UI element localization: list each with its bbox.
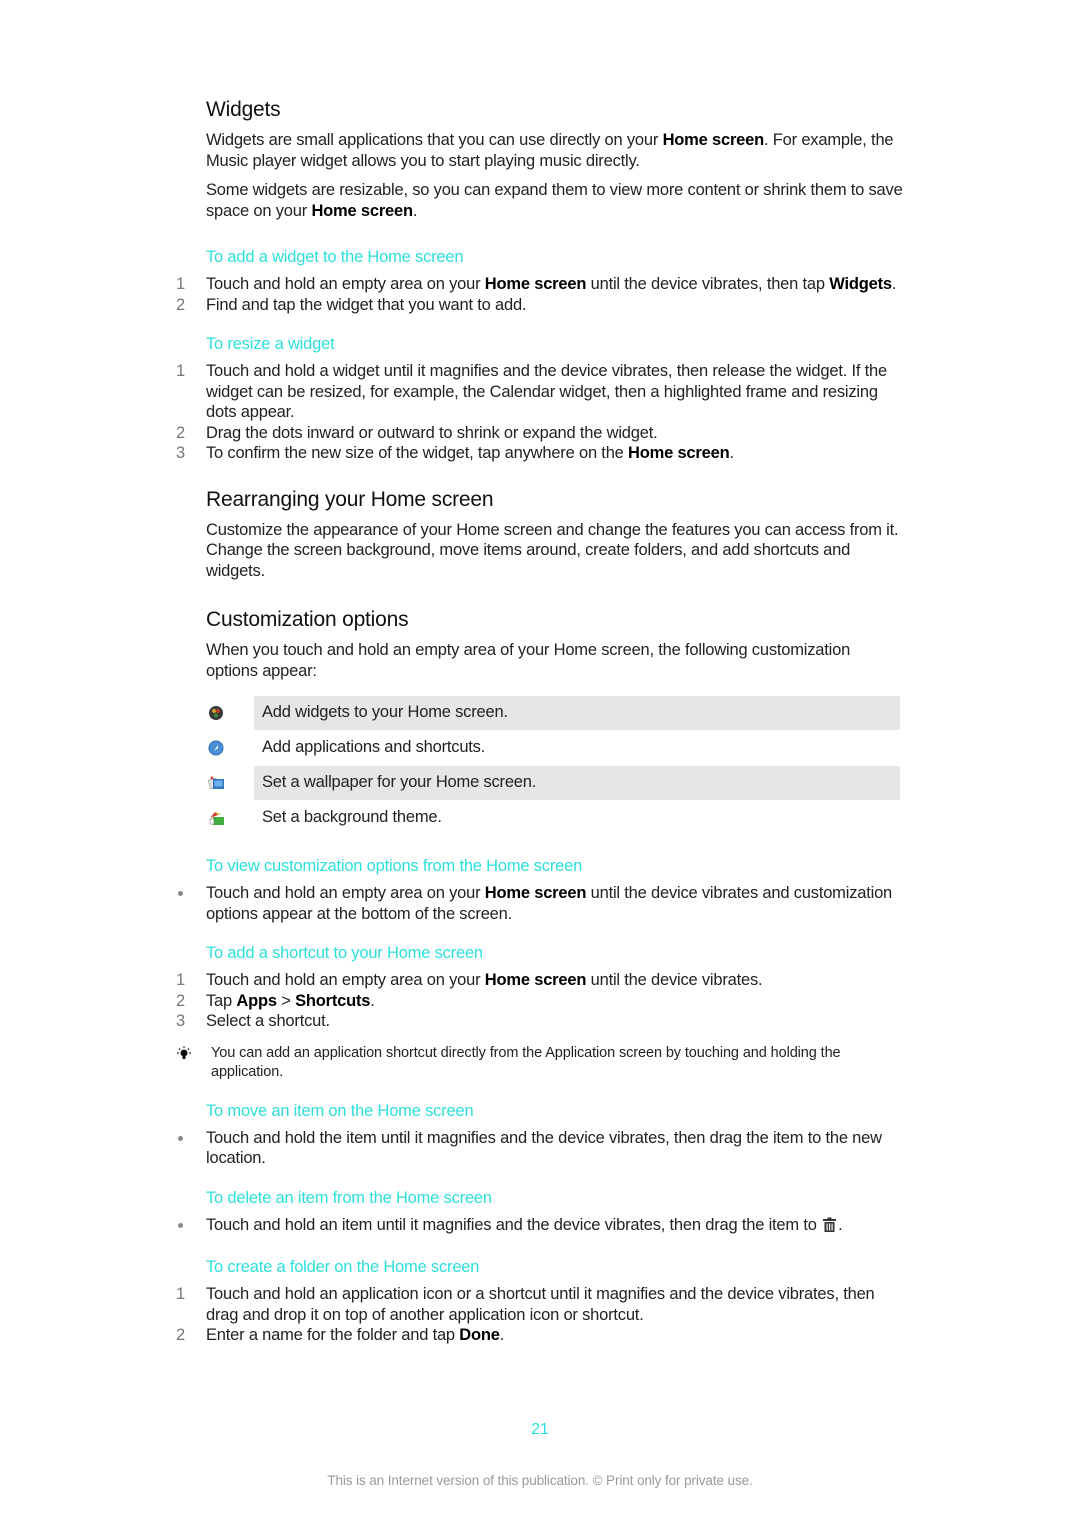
bullet-icon — [178, 1135, 183, 1141]
step-number: 2 — [176, 991, 185, 1010]
step-item: 1 Touch and hold an empty area on your Ho… — [176, 971, 763, 989]
step-number: 3 — [176, 444, 185, 462]
subheading-add-widget: To add a widget to the Home screen — [206, 248, 464, 266]
move-item-bullets: Touch and hold the item until it magnifi… — [178, 1128, 906, 1169]
bullet-item: Touch and hold the item until it magnifi… — [178, 1128, 906, 1169]
bullet-icon — [178, 891, 183, 896]
view-options-bullets: Touch and hold an empty area on your Hom… — [178, 883, 906, 924]
step-number: 2 — [176, 295, 185, 314]
bullet-icon — [178, 1222, 183, 1228]
step-item: 2 Enter a name for the folder and tap Don… — [176, 1326, 505, 1344]
bullet-item: Touch and hold an item until it magnifie… — [178, 1215, 906, 1239]
tip-text: You can add an application shortcut dire… — [211, 1044, 841, 1080]
widgets-paragraph-1: Widgets are small applications that you … — [206, 131, 894, 170]
step-number: 1 — [176, 362, 185, 380]
subheading-create-folder: To create a folder on the Home screen — [206, 1258, 480, 1276]
option-text: Add applications and shortcuts. — [262, 738, 486, 756]
section-title-customization: Customization options — [206, 608, 409, 631]
footer-notice: This is an Internet version of this publ… — [327, 1473, 753, 1488]
manual-page: Widgets Widgets are small applications t… — [0, 0, 1080, 1527]
step-item: 2 Find and tap the widget that you want t… — [176, 295, 527, 314]
tip-note: You can add an application shortcut dire… — [177, 1044, 906, 1082]
lightbulb-tip-icon — [176, 1046, 192, 1068]
add-shortcut-steps: 1 Touch and hold an empty area on your Ho… — [176, 970, 906, 1032]
apps-shortcuts-icon — [200, 740, 254, 756]
subheading-view-options: To view customization options from the H… — [206, 857, 583, 875]
step-number: 2 — [176, 1326, 185, 1344]
wallpaper-icon — [200, 775, 254, 791]
trash-icon — [822, 1217, 837, 1239]
option-text: Set a background theme. — [262, 808, 442, 826]
option-row: Set a wallpaper for your Home screen. — [200, 765, 900, 800]
add-widget-steps: 1 Touch and hold an empty area on your Ho… — [176, 274, 906, 315]
subheading-resize-widget: To resize a widget — [206, 335, 335, 353]
step-number: 1 — [176, 275, 185, 293]
widgets-icon — [200, 705, 254, 721]
step-number: 2 — [176, 423, 185, 442]
step-number: 1 — [176, 971, 185, 989]
step-item: 1 Touch and hold an empty area on your Ho… — [176, 275, 897, 293]
section-title-rearranging: Rearranging your Home screen — [206, 487, 494, 511]
bullet-item: Touch and hold an empty area on your Hom… — [178, 883, 906, 924]
step-item: 1 Touch and hold a widget until it magnif… — [176, 362, 887, 421]
subheading-add-shortcut: To add a shortcut to your Home screen — [206, 944, 483, 962]
subheading-delete-item: To delete an item from the Home screen — [206, 1188, 492, 1207]
option-row: Add widgets to your Home screen. — [200, 695, 900, 730]
step-number: 3 — [176, 1012, 185, 1030]
step-item: 2 Drag the dots inward or outward to shri… — [176, 423, 658, 442]
step-item: 2 Tap Apps > Shortcuts. — [176, 991, 375, 1010]
delete-item-bullets: Touch and hold an item until it magnifie… — [178, 1215, 906, 1239]
option-row: Set a background theme. — [200, 800, 900, 835]
step-item: 1 Touch and hold an application icon or a… — [176, 1285, 875, 1324]
resize-widget-steps: 1 Touch and hold a widget until it magnif… — [176, 361, 906, 464]
create-folder-steps: 1 Touch and hold an application icon or a… — [176, 1284, 906, 1346]
theme-icon — [200, 810, 254, 826]
section-title-widgets: Widgets — [206, 98, 281, 121]
page-content: Widgets Widgets are small applications t… — [176, 98, 906, 1346]
page-number: 21 — [531, 1421, 549, 1438]
step-number: 1 — [176, 1285, 185, 1303]
option-row: Add applications and shortcuts. — [200, 730, 900, 765]
rearranging-paragraph: Customize the appearance of your Home sc… — [206, 520, 899, 580]
widgets-paragraph-2: Some widgets are resizable, so you can e… — [206, 181, 903, 220]
customization-paragraph: When you touch and hold an empty area of… — [206, 641, 851, 680]
option-text: Set a wallpaper for your Home screen. — [254, 765, 900, 800]
step-item: 3 Select a shortcut. — [176, 1012, 330, 1030]
step-item: 3 To confirm the new size of the widget, … — [176, 444, 734, 462]
customization-options-table: Add widgets to your Home screen. Add app… — [200, 695, 900, 835]
subheading-move-item: To move an item on the Home screen — [206, 1101, 474, 1120]
option-text: Add widgets to your Home screen. — [254, 695, 900, 730]
